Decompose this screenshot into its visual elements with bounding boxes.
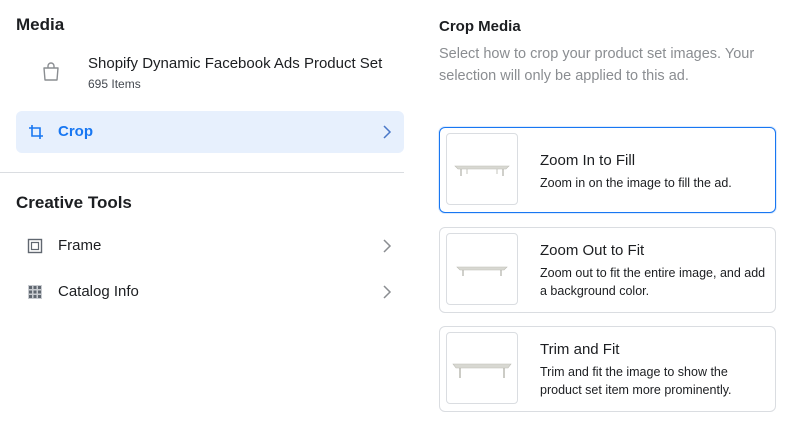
product-set-item: Shopify Dynamic Facebook Ads Product Set… bbox=[16, 48, 404, 98]
sidebar-item-catalog-info[interactable]: Catalog Info bbox=[16, 274, 404, 310]
table-product-image bbox=[454, 165, 510, 176]
sidebar-item-frame-label: Frame bbox=[58, 237, 102, 254]
crop-option-title: Trim and Fit bbox=[540, 341, 620, 358]
crop-option-title: Zoom In to Fill bbox=[540, 152, 636, 169]
crop-option-zoom-out-to-fit[interactable]: Zoom Out to Fit Zoom out to fit the enti… bbox=[439, 227, 776, 313]
crop-option-title: Zoom Out to Fit bbox=[540, 242, 645, 259]
option-thumbnail bbox=[446, 332, 518, 404]
chevron-right-icon bbox=[383, 285, 392, 299]
table-product-image bbox=[456, 266, 508, 276]
section-divider bbox=[0, 172, 404, 173]
product-set-name: Shopify Dynamic Facebook Ads Product Set bbox=[88, 55, 383, 72]
option-thumbnail bbox=[446, 233, 518, 305]
left-panel: Media Shopify Dynamic Facebook Ads Produ… bbox=[0, 0, 420, 426]
crop-option-description: Trim and fit the image to show the produ… bbox=[540, 365, 732, 397]
crop-media-description: Select how to crop your product set imag… bbox=[439, 46, 755, 84]
crop-option-description: Zoom in on the image to fill the ad. bbox=[540, 176, 732, 190]
crop-option-trim-and-fit[interactable]: Trim and Fit Trim and fit the image to s… bbox=[439, 326, 776, 412]
media-section-title: Media bbox=[16, 15, 65, 34]
shopping-bag-icon bbox=[43, 62, 59, 81]
product-set-count: 695 Items bbox=[88, 77, 141, 91]
sidebar-item-frame[interactable]: Frame bbox=[16, 228, 404, 264]
crop-option-description: Zoom out to fit the entire image, and ad… bbox=[540, 266, 766, 298]
catalog-grid-icon bbox=[28, 285, 42, 299]
chevron-right-icon bbox=[383, 239, 392, 253]
sidebar-item-crop-label: Crop bbox=[58, 123, 93, 140]
crop-option-zoom-in-to-fill[interactable]: Zoom In to Fill Zoom in on the image to … bbox=[439, 127, 776, 213]
crop-media-title: Crop Media bbox=[439, 18, 521, 35]
crop-media-panel: Crop Media Select how to crop your produ… bbox=[439, 0, 779, 426]
sidebar-item-catalog-info-label: Catalog Info bbox=[58, 283, 139, 300]
sidebar-item-crop[interactable]: Crop bbox=[16, 111, 404, 153]
table-product-image bbox=[452, 363, 512, 378]
frame-icon bbox=[27, 238, 43, 254]
creative-tools-title: Creative Tools bbox=[16, 193, 132, 212]
crop-icon bbox=[29, 125, 43, 139]
option-thumbnail bbox=[446, 133, 518, 205]
chevron-right-icon bbox=[383, 125, 392, 139]
